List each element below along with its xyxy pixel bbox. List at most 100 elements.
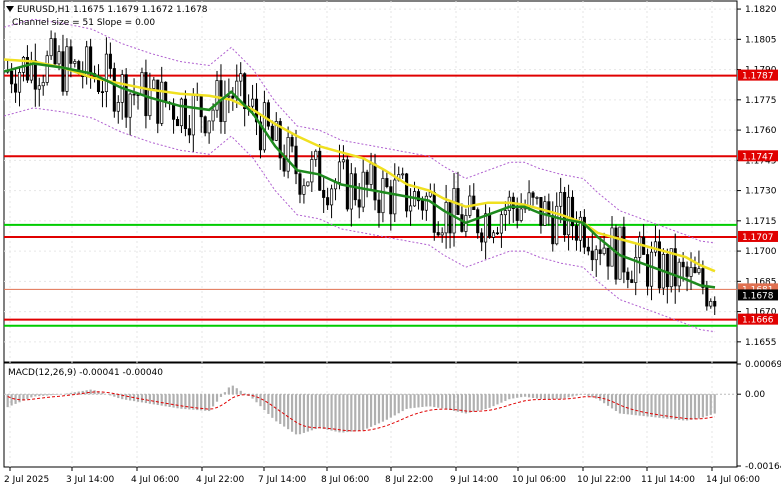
candle-body xyxy=(112,68,116,112)
candle-body xyxy=(456,188,460,215)
candle-body xyxy=(551,215,555,245)
candle-body xyxy=(598,249,602,255)
candle-body xyxy=(665,254,669,288)
candle-body xyxy=(69,46,73,64)
candle-body xyxy=(590,250,594,261)
candle-body xyxy=(646,254,650,287)
candle-body xyxy=(53,38,57,65)
candle-body xyxy=(409,205,413,212)
candle-body xyxy=(330,188,334,206)
candle-body xyxy=(365,171,369,185)
candle-body xyxy=(61,51,65,92)
candle-body xyxy=(266,102,270,127)
price-tick-label: 1.1655 xyxy=(745,338,777,348)
time-tick-label: 8 Jul 06:00 xyxy=(321,475,370,485)
candle-body xyxy=(132,93,136,96)
candle-body xyxy=(705,287,709,307)
candle-body xyxy=(649,251,654,287)
candle-body xyxy=(322,189,326,198)
candle-body xyxy=(89,46,93,74)
candle-body xyxy=(17,72,22,93)
candle-body xyxy=(531,192,535,198)
candle-body xyxy=(341,159,345,163)
candle-body xyxy=(239,73,243,82)
channel-info: Channel size = 51 Slope = 0.00 xyxy=(12,18,155,28)
candle-body xyxy=(357,199,361,208)
time-tick-label: 10 Jul 06:00 xyxy=(512,475,566,485)
candle-body xyxy=(140,72,144,96)
time-tick-label: 9 Jul 14:00 xyxy=(450,475,499,485)
time-tick-label: 8 Jul 22:00 xyxy=(385,475,434,485)
candle-body xyxy=(298,173,302,195)
candle-body xyxy=(480,232,484,243)
candle-body xyxy=(630,279,634,283)
time-tick-label: 2 Jul 2025 xyxy=(4,475,49,485)
time-axis: 2 Jul 2025 3 Jul 14:00 4 Jul 06:00 4 Jul 22… xyxy=(4,467,760,485)
candle-body xyxy=(393,179,397,215)
candle-body xyxy=(191,93,195,136)
candle-body xyxy=(626,271,630,280)
candle-body xyxy=(369,163,373,185)
candle-body xyxy=(251,98,255,107)
candle-body xyxy=(432,192,436,233)
candle-body xyxy=(563,192,567,236)
candle-body xyxy=(116,102,120,112)
price-tick-label: 1.1715 xyxy=(745,217,777,227)
candle-body xyxy=(223,96,227,123)
candle-body xyxy=(179,98,184,127)
candle-body xyxy=(535,197,539,199)
candle-body xyxy=(602,247,606,255)
candle-body xyxy=(183,98,187,130)
price-tick-label: 1.1700 xyxy=(745,247,777,257)
level-tag-label: 1.1678 xyxy=(742,291,774,301)
price-chart: 1.18201.18051.17901.17751.17601.17451.17… xyxy=(3,0,781,485)
candle-body xyxy=(405,173,409,212)
candle-body xyxy=(381,178,385,214)
price-tick-label: 1.1730 xyxy=(745,187,777,197)
candle-body xyxy=(697,268,701,273)
candle-body xyxy=(709,300,713,307)
candle-body xyxy=(270,125,274,141)
level-tag-label: 1.1747 xyxy=(742,152,774,162)
candle-body xyxy=(693,267,697,273)
candle-body xyxy=(156,79,160,124)
candle-body xyxy=(41,82,45,87)
candle-body xyxy=(73,61,77,64)
macd-label: MACD(12,26,9) -0.00041 -0.00040 xyxy=(8,368,163,378)
candle-body xyxy=(488,213,492,238)
chart-symbol-line: EURUSD,H1 1.1675 1.1679 1.1672 1.1678 xyxy=(17,5,208,15)
time-tick-label: 3 Jul 14:00 xyxy=(66,475,115,485)
level-tag-label: 1.1787 xyxy=(742,72,774,82)
candle-body xyxy=(104,53,108,92)
candle-body xyxy=(559,192,563,207)
candle-body xyxy=(45,55,49,83)
candle-body xyxy=(495,232,500,235)
candle-body xyxy=(211,109,215,122)
candle-body xyxy=(448,202,452,234)
level-price-tags: 1.17871.17471.17071.16811.16781.1666 xyxy=(738,69,778,326)
candle-body xyxy=(199,95,203,118)
candle-body xyxy=(14,83,18,93)
candle-body xyxy=(653,241,658,253)
candle-body xyxy=(440,232,444,236)
candle-body xyxy=(547,201,551,216)
level-tag-label: 1.1707 xyxy=(742,233,774,243)
candle-body xyxy=(148,88,152,117)
candle-body xyxy=(290,137,294,147)
candle-body xyxy=(555,205,559,245)
time-tick-label: 11 Jul 14:00 xyxy=(641,475,695,485)
candle-body xyxy=(452,188,456,234)
candle-body xyxy=(57,51,61,65)
price-tick-label: 1.1775 xyxy=(745,96,777,106)
candle-body xyxy=(689,267,693,277)
candle-body xyxy=(499,214,503,234)
candle-body xyxy=(314,150,318,160)
candle-body xyxy=(144,72,148,117)
candle-body xyxy=(472,195,476,211)
candle-body xyxy=(227,95,231,98)
candle-body xyxy=(401,173,405,176)
candle-body xyxy=(389,186,393,215)
candle-body xyxy=(207,120,211,134)
candle-body xyxy=(484,213,488,243)
time-tick-label: 10 Jul 22:00 xyxy=(577,475,631,485)
